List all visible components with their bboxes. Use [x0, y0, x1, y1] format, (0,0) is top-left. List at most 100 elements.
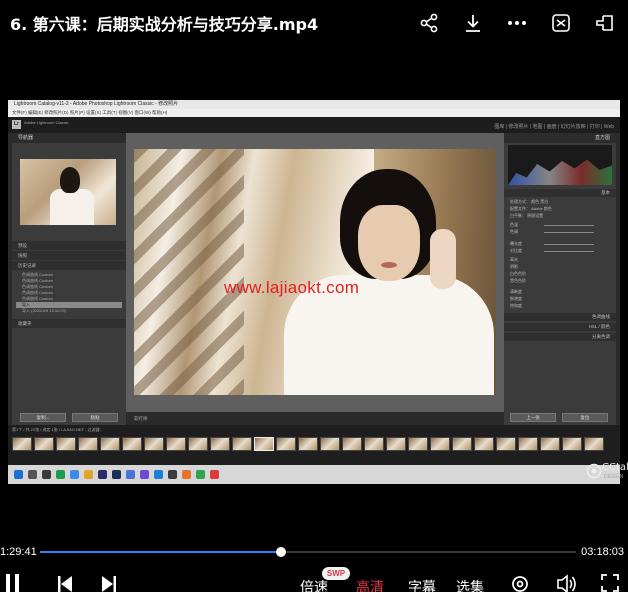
- cctalk-logo-icon: [586, 463, 602, 479]
- filmstrip-thumb: [122, 437, 142, 451]
- history-item: 导入 (2020/3/9 13:32:09): [22, 308, 67, 313]
- filmstrip-thumb: [56, 437, 76, 451]
- filmstrip-thumbs: [12, 437, 604, 451]
- thumb-hair: [60, 167, 80, 193]
- tone-curve-section: 色调曲线: [504, 313, 616, 321]
- app-icon: [140, 470, 149, 479]
- filmstrip-thumb: [298, 437, 318, 451]
- subject-lips: [381, 262, 397, 268]
- volume-icon[interactable]: [556, 572, 578, 592]
- temp-slider: [544, 225, 594, 226]
- filmstrip-thumb: [452, 437, 472, 451]
- center-workspace: www.lajiaokt.com 软打样: [126, 133, 504, 425]
- lightroom-icon: [112, 470, 121, 479]
- histogram-curve: [508, 159, 612, 185]
- next-icon[interactable]: [100, 572, 118, 592]
- filmstrip-thumb: [540, 437, 560, 451]
- presets-section: 预设: [12, 241, 126, 250]
- copy-button: 复制...: [20, 413, 66, 422]
- filmstrip-thumb: [34, 437, 54, 451]
- filmstrip-thumb: [12, 437, 32, 451]
- app-icon: [210, 470, 219, 479]
- filmstrip-thumb: [342, 437, 362, 451]
- windows-taskbar: [8, 465, 620, 484]
- param-row: 黑色色阶: [510, 278, 526, 283]
- app-header: Lr Adobe Lightroom Classic 图库 | 修改照片 | 地…: [8, 117, 620, 133]
- folder-icon: [84, 470, 93, 479]
- snapshots-section: 快照: [12, 251, 126, 260]
- filmstrip-thumb: [144, 437, 164, 451]
- download-icon[interactable]: [460, 10, 486, 36]
- player-controls: 倍速 SWP 高清 字幕 选集: [0, 567, 628, 592]
- fullscreen-icon[interactable]: [600, 572, 620, 592]
- subtitle-button[interactable]: 字幕: [408, 577, 436, 592]
- tint-slider: [544, 232, 594, 233]
- app-icon: [182, 470, 191, 479]
- subject-hand: [430, 229, 456, 289]
- browser-icon: [56, 470, 65, 479]
- previous-icon[interactable]: [56, 572, 74, 592]
- speed-button[interactable]: 倍速: [300, 577, 328, 592]
- param-row: 白平衡： 原照设置: [510, 213, 544, 218]
- app-menubar: 文件(F) 编辑(E) 修改照片(D) 照片(P) 设置(S) 工具(T) 视图…: [8, 109, 620, 117]
- param-row: 配置文件： Adobe 颜色: [510, 206, 552, 211]
- history-section: 历史记录: [12, 261, 126, 270]
- catalog-label: Adobe Lightroom Classic: [24, 120, 69, 125]
- basic-section: 基本: [504, 189, 616, 197]
- param-row: 高光: [510, 257, 518, 262]
- quality-button[interactable]: 高清: [356, 577, 384, 592]
- wechat-icon: [196, 470, 205, 479]
- filmstrip-thumb: [408, 437, 428, 451]
- param-row: 鲜艳度: [510, 296, 522, 301]
- app-icon: [126, 470, 135, 479]
- pip-icon[interactable]: [592, 10, 618, 36]
- top-icons: [416, 10, 618, 36]
- progress-bar[interactable]: [40, 547, 576, 557]
- task-view-icon: [42, 470, 51, 479]
- filmstrip-thumb: [100, 437, 120, 451]
- hsl-section: HSL / 颜色: [504, 323, 616, 331]
- filmstrip-thumb: [276, 437, 296, 451]
- screenshot-icon[interactable]: [548, 10, 574, 36]
- thumb-shirt: [50, 189, 94, 225]
- swp-badge: SWP: [322, 567, 350, 580]
- module-picker: 图库 | 修改照片 | 地图 | 画册 | 幻灯片放映 | 打印 | Web: [494, 124, 614, 130]
- share-icon[interactable]: [416, 10, 442, 36]
- filmstrip-thumb: [562, 437, 582, 451]
- main-photo: [134, 149, 496, 395]
- center-toolbar: 软打样: [126, 412, 504, 425]
- progress-knob[interactable]: [276, 547, 287, 557]
- filmstrip-thumb: [496, 437, 516, 451]
- search-icon: [28, 470, 37, 479]
- current-time: 1:29:41: [0, 546, 37, 558]
- app-icon: [70, 470, 79, 479]
- filmstrip: 第1个 / 共 22张 / 选定 1张 / LAJIAO.NEF - 过滤器：: [8, 425, 620, 465]
- previous-button: 上一张: [510, 413, 556, 422]
- histogram: [508, 145, 612, 185]
- total-time: 03:18:03: [581, 546, 624, 558]
- param-row: 饱和度: [510, 303, 522, 308]
- filmstrip-thumb: [78, 437, 98, 451]
- navigator-thumbnail: [20, 159, 116, 225]
- settings-icon[interactable]: [510, 572, 530, 592]
- collections-section: 收藏夹: [12, 319, 126, 328]
- lightroom-logo-icon: Lr: [12, 120, 21, 129]
- filmstrip-thumb: [320, 437, 340, 451]
- shadow-blinds: [134, 149, 244, 395]
- episodes-button[interactable]: 选集: [456, 577, 484, 592]
- histogram-header: 直方图: [504, 133, 616, 143]
- filmstrip-thumb: [518, 437, 538, 451]
- pause-icon[interactable]: [4, 572, 22, 592]
- filmstrip-thumb: [210, 437, 230, 451]
- paste-button: 粘贴: [72, 413, 118, 422]
- subject-face: [358, 205, 420, 281]
- left-panel: 导航器 预设 快照 历史记录 色调曲线 Custom 色调曲线 Custom 色…: [12, 133, 126, 425]
- param-row: 清晰度: [510, 289, 522, 294]
- filmstrip-thumb: [254, 437, 274, 451]
- video-frame[interactable]: Lightroom Catalog-v11-2 - Adobe Photosho…: [8, 100, 620, 484]
- filmstrip-info: 第1个 / 共 22张 / 选定 1张 / LAJIAO.NEF - 过滤器：: [12, 427, 104, 432]
- more-icon[interactable]: [504, 10, 530, 36]
- navigator-header: 导航器: [12, 133, 126, 143]
- filmstrip-thumb: [188, 437, 208, 451]
- param-row: 阴影: [510, 264, 518, 269]
